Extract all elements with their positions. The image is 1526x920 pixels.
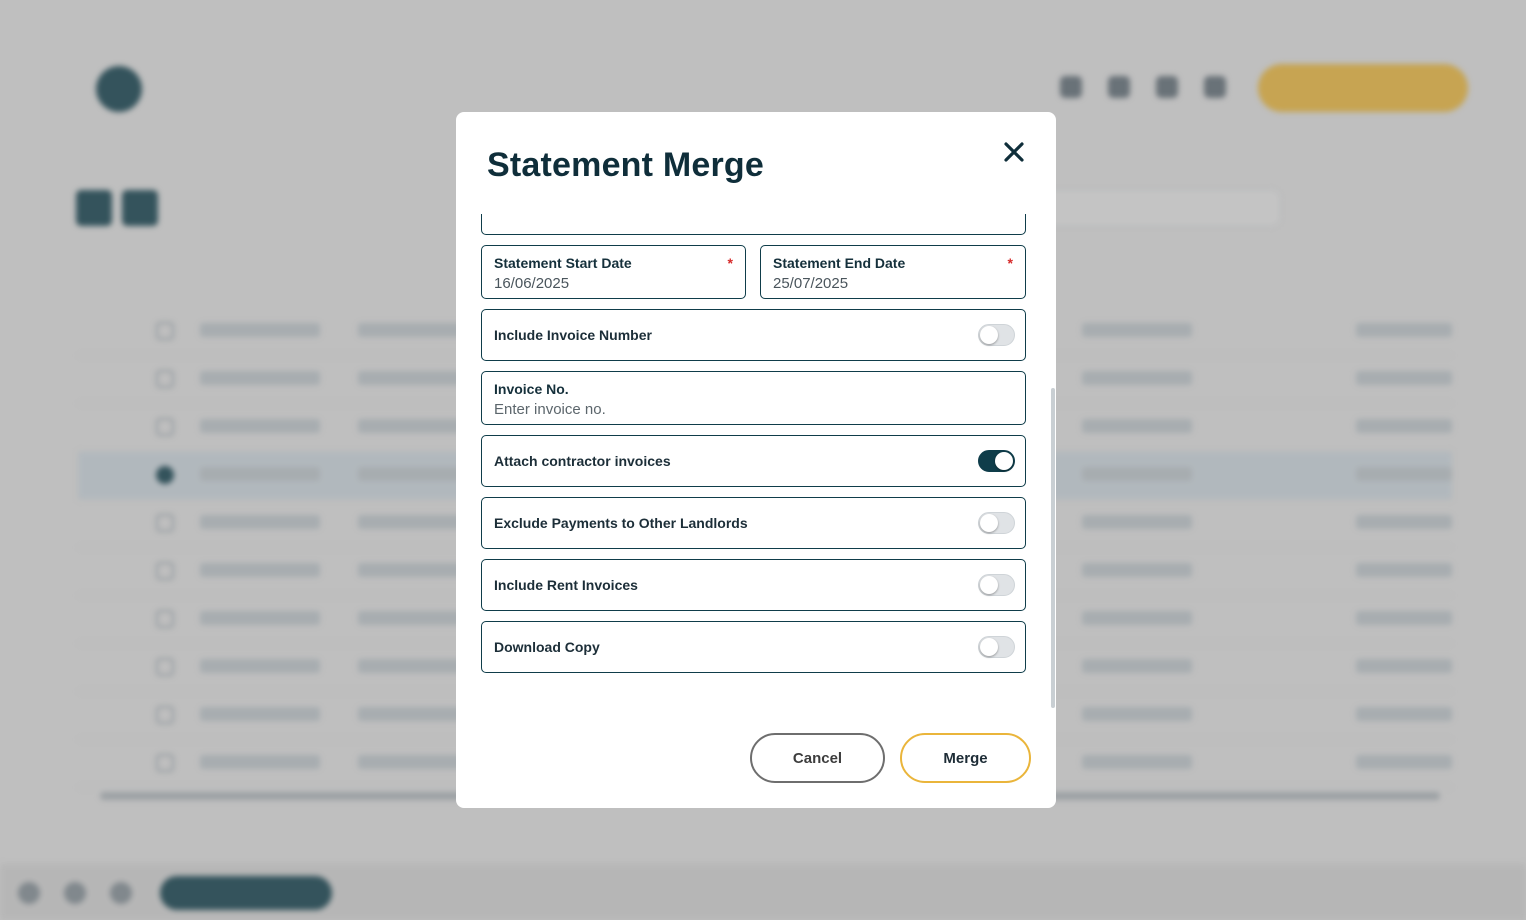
start-date-value[interactable]: 16/06/2025: [494, 275, 569, 292]
close-button[interactable]: [998, 136, 1030, 168]
form-scrollbar[interactable]: [1051, 388, 1055, 708]
download-copy-row[interactable]: Download Copy: [481, 621, 1026, 673]
dialog-title: Statement Merge: [487, 146, 764, 184]
form-scroll-area[interactable]: Statement Start Date * 16/06/2025 Statem…: [481, 214, 1027, 688]
required-marker: *: [727, 255, 733, 271]
start-date-field[interactable]: Statement Start Date * 16/06/2025: [481, 245, 746, 299]
close-icon: [1004, 142, 1024, 162]
hidden-top-field[interactable]: [481, 214, 1026, 235]
invoice-no-input[interactable]: [494, 401, 994, 418]
end-date-field[interactable]: Statement End Date * 25/07/2025: [760, 245, 1026, 299]
statement-merge-dialog: Statement Merge Statement Start Date * 1…: [456, 112, 1056, 808]
toggle-knob: [980, 638, 998, 656]
include-rent-invoices-toggle[interactable]: [978, 574, 1015, 596]
toggle-knob: [980, 326, 998, 344]
exclude-payments-label: Exclude Payments to Other Landlords: [494, 515, 748, 531]
invoice-no-field[interactable]: Invoice No.: [481, 371, 1026, 425]
attach-contractor-invoices-label: Attach contractor invoices: [494, 453, 671, 469]
end-date-label: Statement End Date: [773, 255, 906, 271]
include-rent-invoices-label: Include Rent Invoices: [494, 577, 638, 593]
include-invoice-number-toggle[interactable]: [978, 324, 1015, 346]
download-copy-label: Download Copy: [494, 639, 600, 655]
exclude-payments-toggle[interactable]: [978, 512, 1015, 534]
attach-contractor-invoices-toggle[interactable]: [978, 450, 1015, 472]
invoice-no-label: Invoice No.: [494, 381, 569, 397]
toggle-knob: [995, 452, 1013, 470]
required-marker: *: [1007, 255, 1013, 271]
start-date-label: Statement Start Date: [494, 255, 632, 271]
attach-contractor-invoices-row[interactable]: Attach contractor invoices: [481, 435, 1026, 487]
include-invoice-number-row[interactable]: Include Invoice Number: [481, 309, 1026, 361]
include-invoice-number-label: Include Invoice Number: [494, 327, 652, 343]
include-rent-invoices-row[interactable]: Include Rent Invoices: [481, 559, 1026, 611]
end-date-value[interactable]: 25/07/2025: [773, 275, 848, 292]
download-copy-toggle[interactable]: [978, 636, 1015, 658]
exclude-payments-row[interactable]: Exclude Payments to Other Landlords: [481, 497, 1026, 549]
merge-button[interactable]: Merge: [900, 733, 1031, 783]
toggle-knob: [980, 576, 998, 594]
toggle-knob: [980, 514, 998, 532]
cancel-button[interactable]: Cancel: [750, 733, 885, 783]
